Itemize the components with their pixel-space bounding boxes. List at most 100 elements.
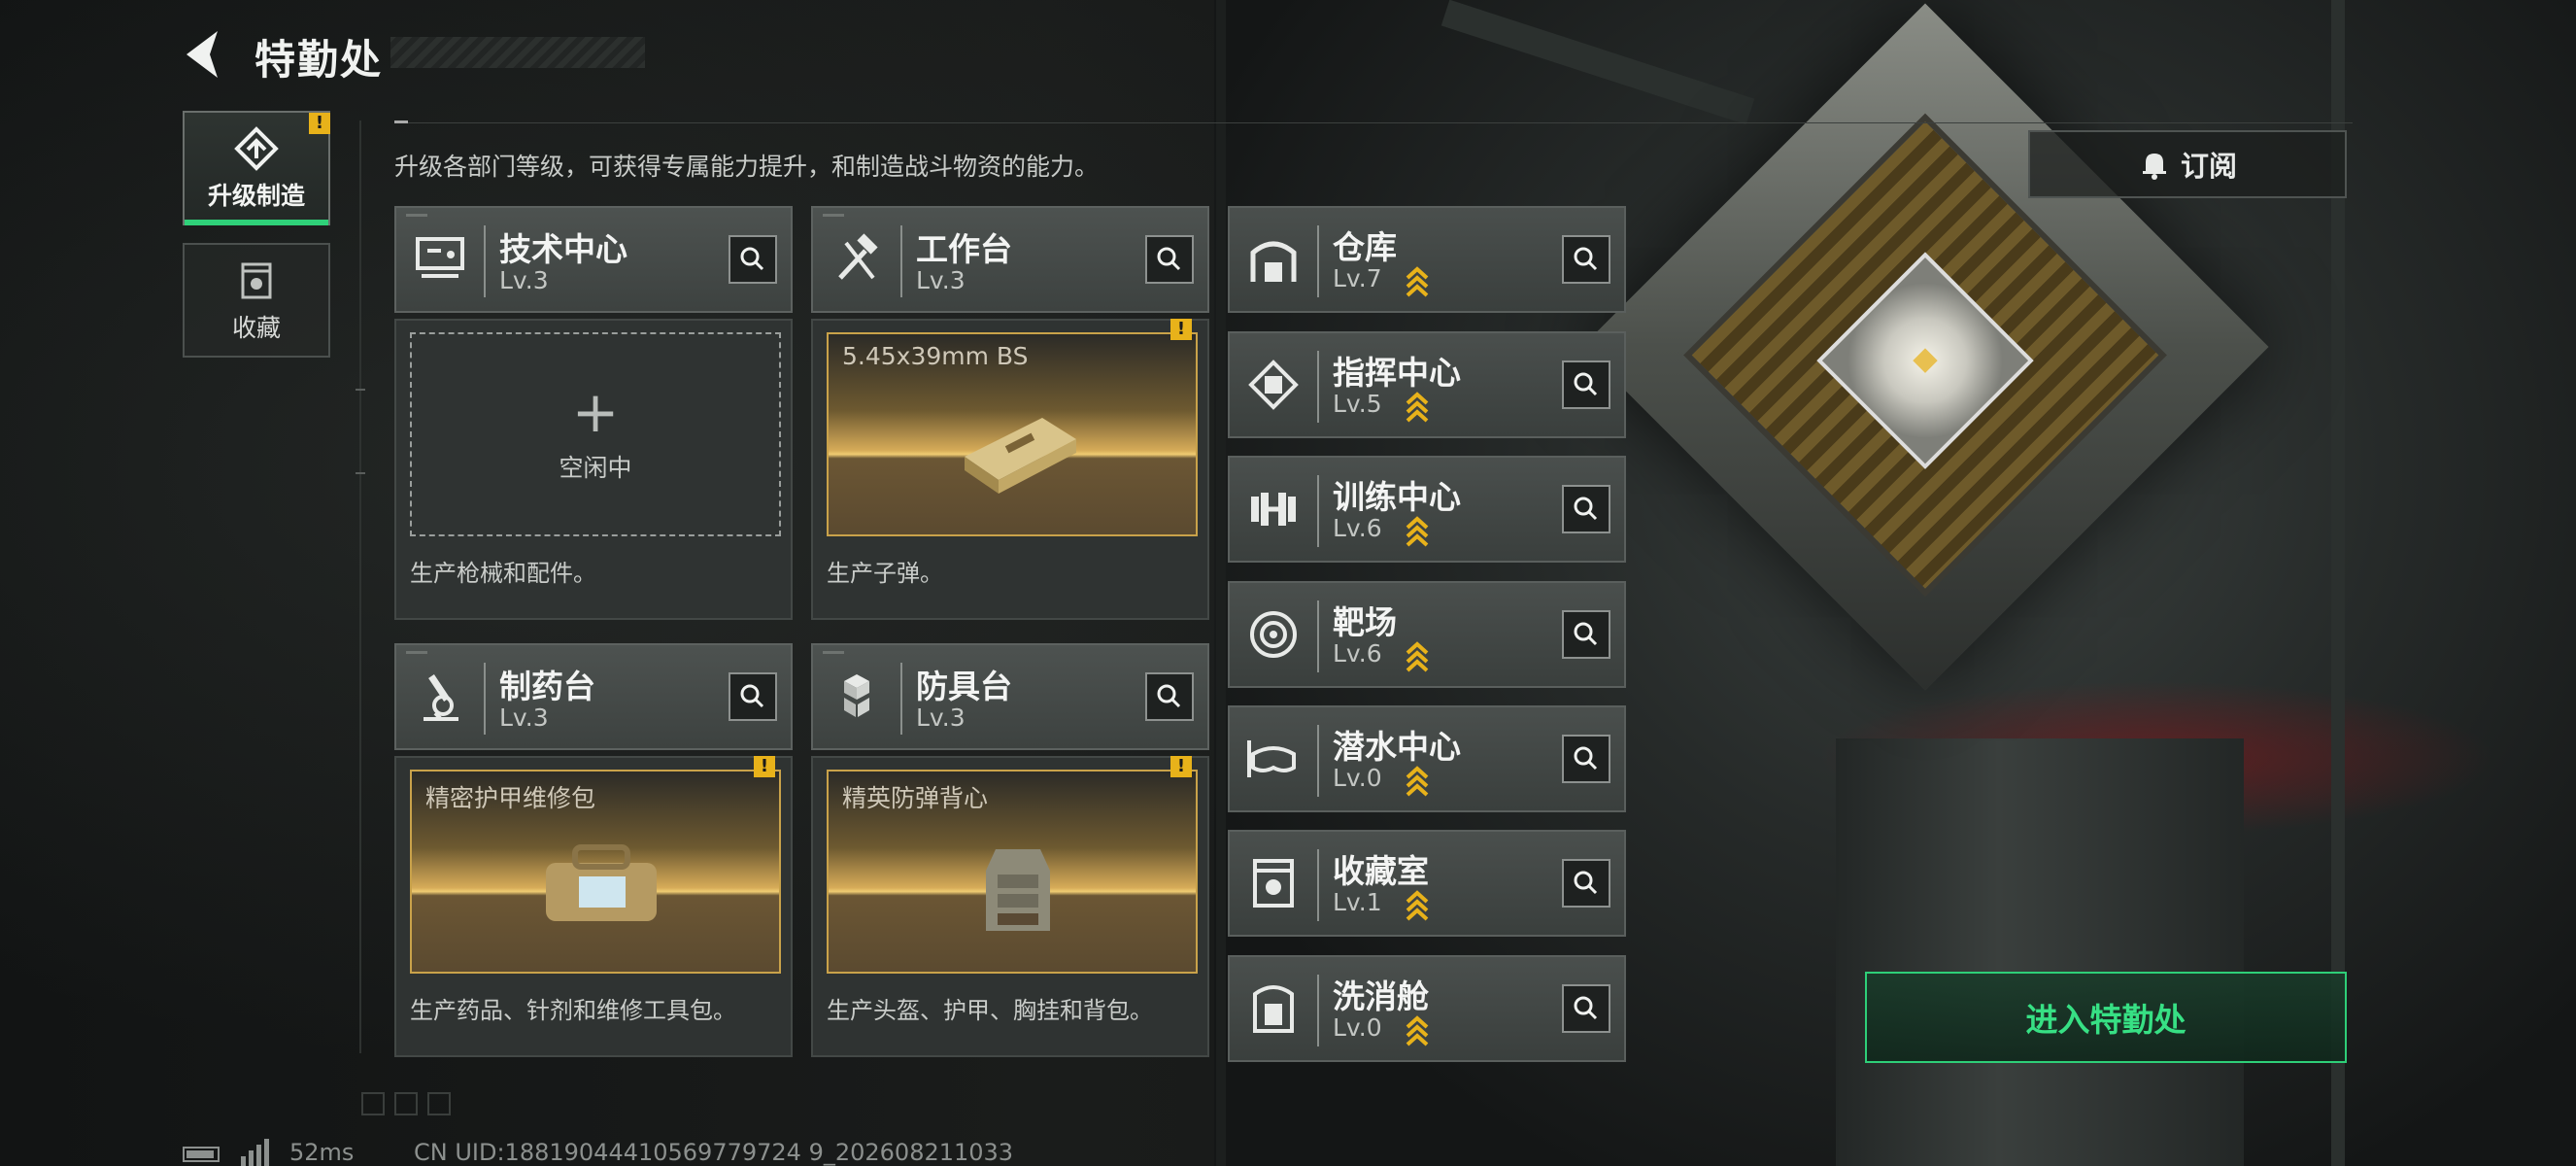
search-icon — [1574, 497, 1598, 521]
idle-slot[interactable]: + 空闲中 — [410, 332, 781, 536]
production-desc: 生产药品、针剂和维修工具包。 — [410, 997, 736, 1024]
corner-mark — [406, 214, 427, 217]
search-icon — [1574, 372, 1598, 396]
production-slot-pharmacy[interactable]: 精密护甲维修包 ! 生产药品、针剂和维修工具包。 — [394, 756, 793, 1057]
search-button[interactable] — [729, 672, 777, 721]
collection-icon — [1253, 859, 1294, 908]
search-button[interactable] — [1562, 984, 1610, 1033]
enter-special-ops-button[interactable]: 进入特勤处 — [1865, 972, 2347, 1063]
vest-image — [986, 849, 1050, 931]
corner-mark — [823, 214, 844, 217]
divider-tick — [394, 120, 408, 123]
tab-collection[interactable]: 收藏 — [183, 243, 330, 358]
separator — [1317, 475, 1319, 547]
search-button[interactable] — [1562, 360, 1610, 409]
search-icon — [1574, 996, 1598, 1020]
search-button[interactable] — [729, 235, 777, 284]
chip-icon — [1248, 360, 1299, 410]
warning-badge: ! — [1170, 319, 1192, 340]
bell-icon — [2142, 154, 2166, 180]
dept-name: 洗消舱 — [1333, 977, 1429, 1015]
production-slot-tech-center[interactable]: + 空闲中 生产枪械和配件。 — [394, 319, 793, 620]
dept-card-diving-center[interactable]: 潜水中心 Lv.0 — [1228, 705, 1626, 812]
dept-level: Lv.5 — [1333, 390, 1382, 418]
tab-label: 升级制造 — [207, 182, 305, 210]
collection-icon — [241, 262, 272, 299]
search-icon — [1574, 746, 1598, 771]
upgrade-arrow-icon — [1406, 641, 1429, 672]
warning-badge: ! — [309, 113, 330, 134]
rail — [1441, 0, 1755, 125]
separator — [484, 225, 486, 297]
back-arrow-icon[interactable] — [183, 27, 221, 82]
dept-card-training-center[interactable]: 训练中心 Lv.6 — [1228, 456, 1626, 563]
dept-card-armor-bench[interactable]: 防具台 Lv.3 — [811, 643, 1209, 750]
repair-kit-image — [546, 844, 657, 921]
separator — [1317, 975, 1319, 1046]
tools-icon — [838, 233, 878, 280]
search-button[interactable] — [1145, 235, 1194, 284]
battery-icon — [183, 1147, 220, 1162]
search-button[interactable] — [1562, 485, 1610, 533]
vertical-guide — [359, 120, 361, 1053]
decorative-square — [361, 1092, 385, 1115]
dept-card-pharmacy[interactable]: 制药台 Lv.3 — [394, 643, 793, 750]
production-slot-workbench[interactable]: 5.45x39mm BS ! 生产子弹。 — [811, 319, 1209, 620]
dept-name: 制药台 — [499, 668, 595, 705]
warning-badge: ! — [1170, 756, 1192, 777]
dept-level: Lv.7 — [1333, 264, 1382, 292]
dept-card-decon-chamber[interactable]: 洗消舱 Lv.0 — [1228, 955, 1626, 1062]
producing-item[interactable]: 5.45x39mm BS — [827, 332, 1198, 536]
rail — [1216, 0, 1226, 1166]
upgrade-arrow-icon — [1406, 890, 1429, 921]
upgrade-arrow-icon — [1406, 266, 1429, 297]
search-button[interactable] — [1562, 859, 1610, 908]
producing-item[interactable]: 精密护甲维修包 — [410, 770, 781, 974]
separator — [1317, 600, 1319, 672]
target-icon — [1250, 611, 1297, 658]
production-desc: 生产头盔、护甲、胸挂和背包。 — [827, 997, 1153, 1024]
item-name: 5.45x39mm BS — [842, 342, 1029, 370]
search-button[interactable] — [1145, 672, 1194, 721]
dept-level: Lv.3 — [499, 266, 549, 294]
dept-level: Lv.0 — [1333, 1013, 1382, 1042]
dept-card-shooting-range[interactable]: 靶场 Lv.6 — [1228, 581, 1626, 688]
dept-card-tech-center[interactable]: 技术中心 Lv.3 — [394, 206, 793, 313]
separator — [900, 663, 902, 735]
guide-tick — [356, 389, 365, 391]
dept-card-warehouse[interactable]: 仓库 Lv.7 — [1228, 206, 1626, 313]
dept-card-workbench[interactable]: 工作台 Lv.3 — [811, 206, 1209, 313]
idle-label: 空闲中 — [559, 454, 632, 482]
item-name: 精密护甲维修包 — [425, 784, 596, 812]
dept-card-collection-room[interactable]: 收藏室 Lv.1 — [1228, 830, 1626, 937]
upgrade-arrow-icon — [1406, 392, 1429, 423]
search-icon — [1574, 622, 1598, 646]
search-icon — [1157, 247, 1181, 271]
warning-badge: ! — [754, 756, 775, 777]
decorative-square — [394, 1092, 418, 1115]
upgrade-arrow-icon — [1406, 1015, 1429, 1046]
producing-item[interactable]: 精英防弹背心 — [827, 770, 1198, 974]
ping-label: 52ms — [289, 1139, 355, 1166]
search-button[interactable] — [1562, 235, 1610, 284]
search-icon — [1157, 684, 1181, 708]
dept-card-command-center[interactable]: 指挥中心 Lv.5 — [1228, 331, 1626, 438]
dept-level: Lv.1 — [1333, 888, 1382, 916]
armor-blocks-icon — [844, 674, 869, 717]
subscribe-button[interactable]: 订阅 — [2028, 130, 2347, 198]
dept-name: 收藏室 — [1333, 852, 1429, 890]
dept-name: 潜水中心 — [1333, 728, 1461, 766]
search-button[interactable] — [1562, 735, 1610, 783]
dept-level: Lv.3 — [916, 266, 966, 294]
separator — [1317, 849, 1319, 921]
title-stripe-decoration — [390, 37, 645, 68]
tab-upgrade-craft[interactable]: 升级制造 ! — [183, 111, 330, 225]
separator — [1317, 225, 1319, 297]
diving-mask-icon — [1247, 740, 1296, 777]
cube-light — [1913, 348, 1938, 373]
separator — [1317, 351, 1319, 423]
search-button[interactable] — [1562, 610, 1610, 659]
page-description: 升级各部门等级，可获得专属能力提升，和制造战斗物资的能力。 — [394, 153, 1100, 181]
upgrade-arrow-icon — [1406, 766, 1429, 797]
production-slot-armor-bench[interactable]: 精英防弹背心 ! 生产头盔、护甲、胸挂和背包。 — [811, 756, 1209, 1057]
